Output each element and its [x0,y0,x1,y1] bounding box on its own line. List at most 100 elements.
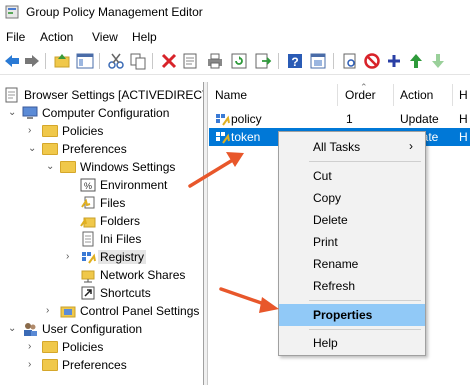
menu-item-delete[interactable]: Delete [279,209,425,231]
folder-icon [42,125,58,137]
toolbar: ? [0,47,470,75]
tree-item-label: Folders [100,214,141,228]
add-icon[interactable] [385,52,403,70]
tree-item-label: Shortcuts [100,286,151,300]
menu-item-rename[interactable]: Rename [279,253,425,275]
column-header-action[interactable]: Action [400,88,433,102]
expand-chevron-icon[interactable]: › [28,126,38,136]
tree-item-network-shares[interactable]: Network Shares [66,266,203,284]
tree-item-label: Ini Files [100,232,142,246]
menu-item-cut[interactable]: Cut [279,165,425,187]
copy-icon[interactable] [129,52,147,70]
menu-item-label: Rename [313,257,359,271]
svg-text:?: ? [291,55,298,69]
tree-item-user-configuration[interactable]: ⌄ User Configuration [8,320,203,338]
menu-separator [309,161,421,162]
menu-item-label: Copy [313,191,342,205]
expand-chevron-icon[interactable]: › [66,252,76,262]
cut-icon[interactable] [107,52,125,70]
move-down-icon[interactable] [429,52,447,70]
refresh-icon[interactable] [230,52,248,70]
toolbar-separator [278,53,279,69]
disable-icon[interactable] [363,52,381,70]
tree-item-computer-configuration[interactable]: ⌄ Computer Configuration [8,104,203,122]
expand-chevron-icon[interactable]: › [28,360,38,370]
toolbar-separator [152,53,153,69]
folders-icon [80,213,96,229]
up-folder-icon[interactable] [53,52,71,70]
tree-item-registry[interactable]: › Registry [66,248,203,266]
properties-icon[interactable] [181,52,199,70]
export-icon[interactable] [254,52,272,70]
delete-icon[interactable] [160,52,178,70]
tree-item-user-policies[interactable]: › Policies [28,338,203,356]
tree-item-folders[interactable]: Folders [66,212,203,230]
tree-item-gpo-root[interactable]: Browser Settings [ACTIVEDIRECTO [2,86,204,104]
tree-item-windows-settings[interactable]: ⌄ Windows Settings [46,158,203,176]
tree-item-label: Preferences [62,142,127,156]
menu-item-properties[interactable]: Properties [279,304,425,326]
tree-item-policies[interactable]: › Policies [28,122,203,140]
ini-file-icon [80,231,96,247]
menu-view[interactable]: View [92,30,118,44]
column-header-h[interactable]: H [459,88,468,102]
menu-item-all-tasks[interactable]: All Tasks › [279,136,425,158]
gpo-document-icon [4,87,20,103]
pane-splitter[interactable] [204,82,208,385]
tree-item-user-preferences[interactable]: › Preferences [28,356,203,374]
tree-item-environment[interactable]: % Environment [66,176,203,194]
help-icon[interactable]: ? [286,52,304,70]
menu-bar: File Action View Help [0,27,470,47]
toolbar-separator [99,53,100,69]
preview-icon[interactable] [341,52,359,70]
column-divider[interactable] [452,84,453,106]
tree-item-control-panel-settings[interactable]: › Control Panel Settings [46,302,203,320]
tree-item-shortcuts[interactable]: Shortcuts [66,284,203,302]
move-up-icon[interactable] [407,52,425,70]
menu-item-help[interactable]: Help [279,332,425,354]
list-row-policy[interactable]: policy 1 Update H [209,110,470,128]
column-header-name[interactable]: Name [215,88,247,102]
tree-item-ini-files[interactable]: Ini Files [66,230,203,248]
back-icon[interactable] [3,52,21,70]
menu-item-label: Refresh [313,279,356,293]
console-icon[interactable] [309,52,327,70]
tree-item-label: Control Panel Settings [80,304,200,318]
forward-icon[interactable] [23,52,41,70]
registry-item-icon [214,129,230,145]
toolbar-separator [333,53,334,69]
collapse-chevron-icon[interactable]: ⌄ [46,162,56,172]
tree-item-label: Computer Configuration [42,106,170,120]
users-icon [22,321,38,337]
tree-item-files[interactable]: Files [66,194,203,212]
expand-chevron-icon[interactable]: › [28,342,38,352]
collapse-chevron-icon[interactable]: ⌄ [8,324,18,334]
tree-item-preferences[interactable]: ⌄ Preferences [28,140,203,158]
menu-item-copy[interactable]: Copy [279,187,425,209]
submenu-arrow-icon: › [409,139,413,153]
menu-item-label: Cut [313,169,332,183]
menu-help[interactable]: Help [132,30,157,44]
menu-item-label: Delete [313,213,348,227]
tree-item-label: Preferences [62,358,127,372]
show-tree-icon[interactable] [76,52,94,70]
sort-ascending-icon: ⌃ [360,82,368,92]
column-divider[interactable] [337,84,338,106]
folder-icon [42,143,58,155]
computer-icon [22,105,38,121]
column-divider[interactable] [393,84,394,106]
menu-file[interactable]: File [6,30,25,44]
tree-item-label: Browser Settings [ACTIVEDIRECTO [24,88,204,102]
tree-item-label: Network Shares [100,268,186,282]
menu-item-print[interactable]: Print [279,231,425,253]
print-icon[interactable] [206,52,224,70]
collapse-chevron-icon[interactable]: ⌄ [28,144,38,154]
tree-item-label: User Configuration [42,322,143,336]
collapse-chevron-icon[interactable]: ⌄ [8,108,18,118]
context-menu: All Tasks › Cut Copy Delete Print Rename… [278,131,426,356]
window-title: Group Policy Management Editor [26,5,203,19]
registry-icon [80,249,96,265]
menu-item-refresh[interactable]: Refresh [279,275,425,297]
expand-chevron-icon[interactable]: › [46,306,56,316]
menu-action[interactable]: Action [40,30,73,44]
